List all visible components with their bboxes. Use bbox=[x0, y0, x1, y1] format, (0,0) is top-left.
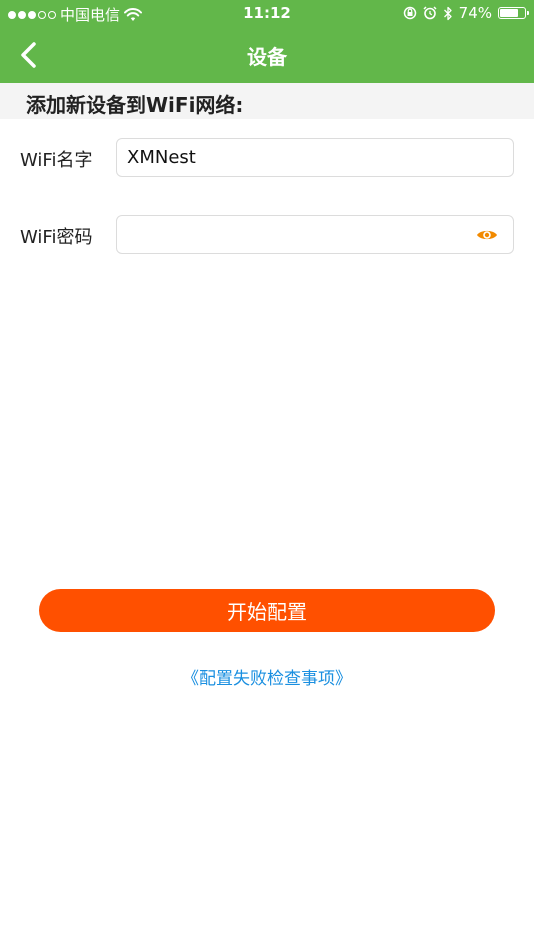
start-config-button[interactable]: 开始配置 bbox=[39, 589, 495, 632]
screen: 中国电信 11:12 74% 设备 添加新设备到WiFi网络: WiFi名字 X… bbox=[0, 0, 534, 950]
wifi-name-label: WiFi名字 bbox=[20, 150, 93, 171]
wifi-password-label: WiFi密码 bbox=[20, 227, 93, 248]
orientation-lock-icon bbox=[403, 6, 416, 20]
alarm-icon bbox=[423, 6, 437, 20]
header: 中国电信 11:12 74% 设备 bbox=[0, 0, 534, 83]
wifi-password-input[interactable] bbox=[116, 215, 514, 254]
status-right: 74% bbox=[403, 4, 529, 22]
wifi-password-row: WiFi密码 bbox=[0, 215, 534, 255]
wifi-name-row: WiFi名字 bbox=[0, 138, 534, 178]
battery-icon bbox=[498, 7, 529, 19]
eye-icon bbox=[477, 230, 497, 240]
nav-bar: 设备 bbox=[0, 28, 534, 83]
battery-level bbox=[500, 9, 518, 17]
status-bar: 中国电信 11:12 74% bbox=[0, 0, 534, 28]
config-failure-help-link[interactable]: 《配置失败检查事项》 bbox=[0, 664, 534, 689]
wifi-name-input[interactable] bbox=[116, 138, 514, 177]
section-header: 添加新设备到WiFi网络: bbox=[0, 83, 534, 119]
page-title: 设备 bbox=[247, 45, 287, 69]
show-password-button[interactable] bbox=[476, 224, 498, 246]
bluetooth-icon bbox=[443, 6, 452, 20]
battery-percent: 74% bbox=[458, 4, 492, 22]
section-title: 添加新设备到WiFi网络: bbox=[26, 93, 244, 117]
